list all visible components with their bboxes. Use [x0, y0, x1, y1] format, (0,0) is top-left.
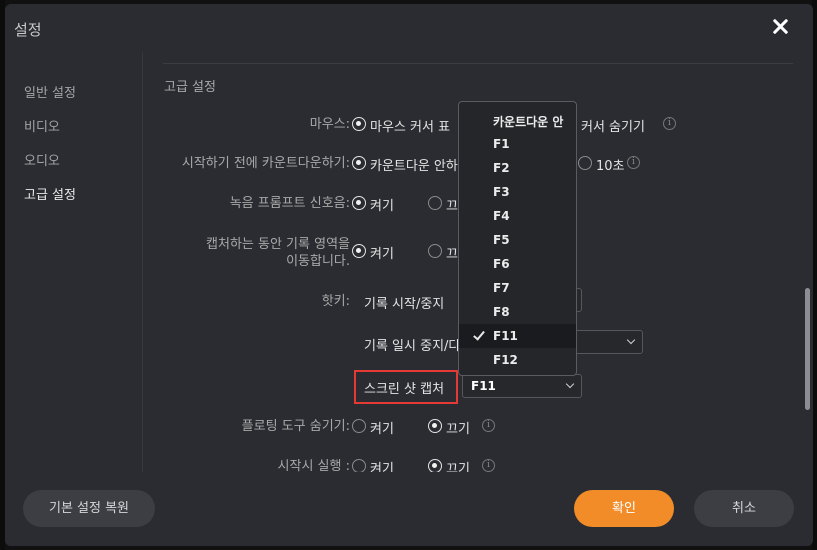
sidebar-item-video[interactable]: 비디오 — [24, 116, 60, 135]
ok-button[interactable]: 확인 — [574, 490, 674, 527]
cancel-button[interactable]: 취소 — [694, 490, 794, 527]
countdown-none-option: 카운트다운 안하 — [370, 159, 458, 174]
dialog-title: 설정 — [14, 21, 42, 39]
dropdown-option[interactable]: F7 — [459, 276, 576, 300]
move-area-on-option: 켜기 — [370, 247, 394, 262]
dropdown-option[interactable]: 카운트다운 안 — [459, 108, 576, 132]
settings-dialog: 설정 일반 설정 비디오 오디오 고급 설정 고급 설정 마우스: 마우스 커서… — [5, 4, 813, 546]
dropdown-option[interactable]: F12 — [459, 348, 576, 372]
sidebar-item-general[interactable]: 일반 설정 — [24, 82, 76, 101]
footer: 기본 설정 복원 확인 취소 — [5, 472, 813, 546]
hotkey-start-stop-label: 기록 시작/중지 — [364, 297, 445, 312]
mouse-label: 마우스: — [309, 117, 350, 132]
info-icon[interactable]: i — [627, 156, 640, 169]
dropdown-option[interactable]: F4 — [459, 204, 576, 228]
close-icon[interactable] — [769, 16, 791, 38]
dropdown-option[interactable]: F3 — [459, 180, 576, 204]
section-divider — [163, 63, 793, 64]
prompt-sound-off-option: 끄 — [446, 199, 458, 214]
move-area-off-radio[interactable] — [428, 244, 442, 258]
move-area-on-radio[interactable] — [352, 244, 366, 258]
chevron-down-icon — [626, 335, 636, 345]
hotkey-label: 핫키: — [321, 294, 350, 309]
floating-toolbar-on-radio[interactable] — [352, 419, 366, 433]
sidebar-item-advanced[interactable]: 고급 설정 — [24, 184, 76, 203]
prompt-sound-on-radio[interactable] — [352, 196, 366, 210]
move-area-label-line2: 이동합니다. — [286, 254, 350, 269]
countdown-none-radio[interactable] — [352, 156, 366, 170]
hotkey-dropdown-list: 카운트다운 안 F1 F2 F3 F4 F5 F6 F7 F8 F11 F12 — [458, 101, 577, 376]
floating-toolbar-off-radio[interactable] — [428, 419, 442, 433]
scrollbar[interactable] — [804, 52, 813, 472]
dropdown-option[interactable]: F5 — [459, 228, 576, 252]
hotkey-screenshot-select[interactable]: F11 — [462, 374, 582, 398]
move-area-label-line1: 캡처하는 동안 기록 영역을 — [206, 237, 350, 252]
startup-off-option: 끄기 — [446, 462, 470, 472]
prompt-sound-on-option: 켜기 — [370, 199, 394, 214]
dropdown-option[interactable]: F2 — [459, 156, 576, 180]
hotkey-screenshot-label: 스크린 샷 캡처 — [364, 382, 445, 397]
mouse-hide-option: 커서 숨기기 — [581, 120, 645, 135]
dropdown-option-selected[interactable]: F11 — [459, 324, 576, 348]
info-icon[interactable]: i — [482, 419, 495, 432]
dropdown-option[interactable]: F6 — [459, 252, 576, 276]
floating-toolbar-on-option: 켜기 — [370, 422, 394, 437]
startup-label: 시작시 실행 : — [277, 459, 350, 472]
hotkey-screenshot-value: F11 — [471, 379, 496, 393]
mouse-show-radio[interactable] — [352, 117, 366, 131]
floating-toolbar-off-option: 끄기 — [446, 422, 470, 437]
restore-defaults-button[interactable]: 기본 설정 복원 — [23, 490, 155, 527]
scrollbar-thumb[interactable] — [805, 288, 810, 410]
title-bar: 설정 — [5, 4, 813, 52]
dropdown-option[interactable]: F1 — [459, 132, 576, 156]
info-icon[interactable]: i — [663, 117, 676, 130]
startup-on-radio[interactable] — [352, 459, 366, 472]
countdown-10s-radio[interactable] — [578, 156, 592, 170]
sidebar-item-audio[interactable]: 오디오 — [24, 150, 60, 169]
move-area-off-option: 끄 — [446, 247, 458, 262]
sidebar: 일반 설정 비디오 오디오 고급 설정 — [5, 52, 143, 472]
floating-toolbar-label: 플로팅 도구 숨기기: — [241, 419, 350, 434]
section-title: 고급 설정 — [164, 80, 216, 95]
chevron-down-icon — [565, 379, 575, 389]
prompt-sound-off-radio[interactable] — [428, 196, 442, 210]
info-icon[interactable]: i — [482, 459, 495, 472]
check-icon — [473, 328, 485, 341]
hotkey-pause-label: 기록 일시 중지/다 — [364, 339, 461, 354]
countdown-label: 시작하기 전에 카운트다운하기: — [181, 156, 350, 171]
mouse-show-option: 마우스 커서 표 — [370, 120, 451, 135]
countdown-10s-option: 10초 — [596, 159, 625, 174]
startup-on-option: 켜기 — [370, 462, 394, 472]
startup-off-radio[interactable] — [428, 459, 442, 472]
dropdown-option[interactable]: F8 — [459, 300, 576, 324]
prompt-sound-label: 녹음 프롬프트 신호음: — [229, 196, 350, 211]
